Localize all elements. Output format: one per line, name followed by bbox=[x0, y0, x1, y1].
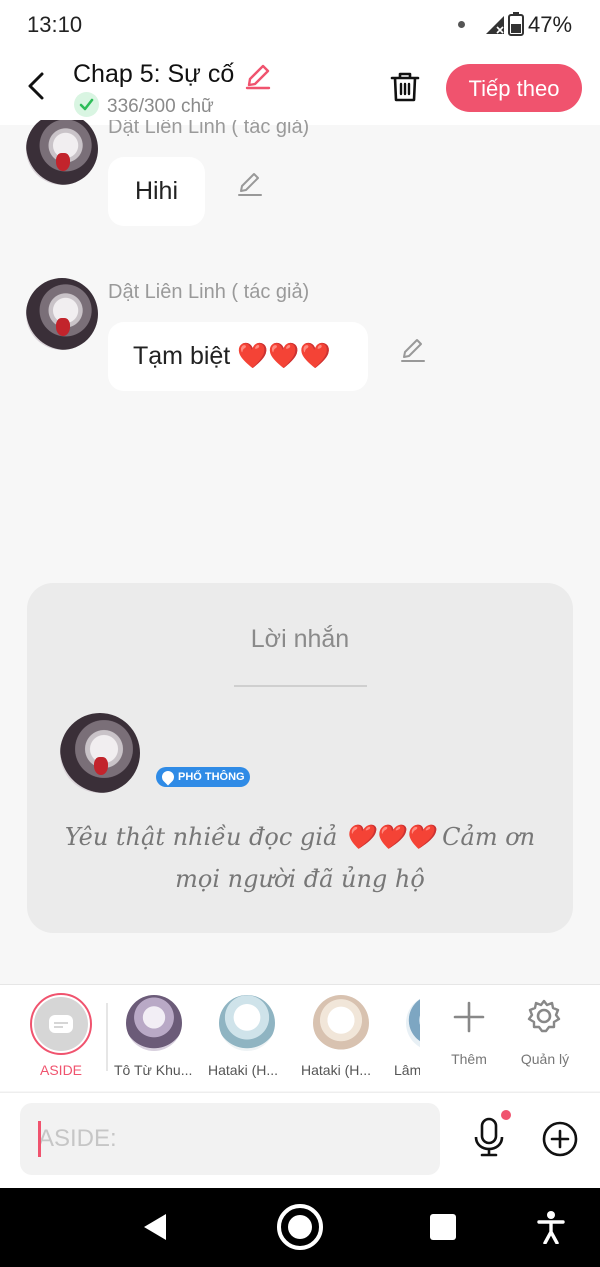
character-bar bbox=[0, 984, 600, 1091]
character-avatar[interactable] bbox=[406, 995, 420, 1051]
message-input[interactable] bbox=[20, 1103, 440, 1175]
character-avatar[interactable] bbox=[313, 995, 369, 1051]
edit-title-icon[interactable] bbox=[244, 62, 272, 95]
tier-badge-label: PHỔ THÔNG bbox=[178, 771, 245, 783]
character-name[interactable]: Lâm bbox=[394, 1062, 420, 1078]
chevron-left-icon bbox=[28, 72, 44, 100]
chapter-title-overlay[interactable]: Chap 5: Sự cố bbox=[73, 60, 234, 89]
add-label[interactable]: Thêm bbox=[440, 1051, 498, 1067]
tier-badge: PHỔ THÔNG bbox=[156, 767, 250, 787]
notification-dot-icon bbox=[458, 21, 465, 28]
author-avatar[interactable] bbox=[60, 713, 140, 793]
gear-icon bbox=[527, 999, 561, 1033]
nav-home-button[interactable] bbox=[276, 1203, 324, 1256]
microphone-icon bbox=[474, 1117, 504, 1157]
attach-button[interactable] bbox=[541, 1120, 579, 1163]
plus-circle-icon bbox=[542, 1121, 578, 1157]
message-bubble[interactable]: Hihi bbox=[108, 157, 205, 226]
message-text: Tạm biệt ❤️❤️❤️ bbox=[133, 342, 331, 370]
character-name[interactable]: Hataki (H... bbox=[301, 1062, 379, 1078]
edit-message-icon[interactable] bbox=[399, 336, 427, 364]
author-avatar[interactable] bbox=[26, 278, 98, 350]
drop-icon bbox=[159, 768, 177, 786]
back-button[interactable] bbox=[22, 68, 54, 104]
note-title: Lời nhắn bbox=[250, 625, 350, 653]
signal-icon bbox=[484, 14, 506, 41]
nav-back-button[interactable] bbox=[142, 1212, 170, 1247]
home-circle-icon bbox=[277, 1204, 323, 1250]
character-avatar-clip bbox=[406, 995, 420, 1051]
character-avatar[interactable] bbox=[126, 995, 182, 1051]
text-caret bbox=[38, 1121, 41, 1157]
divider bbox=[234, 685, 367, 687]
edit-message-icon[interactable] bbox=[236, 170, 264, 198]
battery-percent: 47% bbox=[528, 12, 573, 37]
message-text: Hihi bbox=[134, 177, 179, 205]
accessibility-icon bbox=[537, 1211, 565, 1245]
next-button[interactable]: Tiếp theo bbox=[446, 64, 582, 112]
message-bubble[interactable]: Tạm biệt ❤️❤️❤️ bbox=[108, 322, 368, 391]
manage-button[interactable] bbox=[526, 998, 562, 1039]
manage-label[interactable]: Quản lý bbox=[512, 1051, 578, 1067]
check-icon bbox=[74, 92, 99, 117]
author-avatar[interactable] bbox=[26, 113, 98, 185]
voice-input-button[interactable] bbox=[472, 1117, 506, 1162]
aside-avatar[interactable] bbox=[34, 997, 88, 1051]
nav-recents-button[interactable] bbox=[430, 1214, 456, 1240]
divider bbox=[106, 1003, 108, 1071]
character-name[interactable]: Hataki (H... bbox=[208, 1062, 286, 1078]
status-time: 13:10 bbox=[27, 12, 83, 37]
note-quote: Yêu thật nhiều đọc giả ❤️❤️❤️ Cảm ơn mọi… bbox=[64, 823, 536, 893]
add-character-button[interactable] bbox=[452, 1000, 486, 1039]
message-author: Dật Liên Linh ( tác giả) bbox=[108, 281, 310, 303]
delete-button[interactable] bbox=[388, 70, 422, 109]
trash-icon bbox=[390, 72, 420, 102]
word-count: 336/300 chữ bbox=[107, 96, 214, 117]
character-name[interactable]: Tô Từ Khu... bbox=[114, 1062, 194, 1078]
battery-icon bbox=[508, 12, 524, 41]
aside-label: ASIDE bbox=[40, 1062, 83, 1078]
plus-icon bbox=[453, 1001, 485, 1033]
triangle-back-icon bbox=[144, 1214, 166, 1240]
chat-icon bbox=[49, 1015, 73, 1033]
character-avatar[interactable] bbox=[219, 995, 275, 1051]
notification-dot bbox=[501, 1110, 511, 1120]
accessibility-button[interactable] bbox=[536, 1210, 566, 1249]
